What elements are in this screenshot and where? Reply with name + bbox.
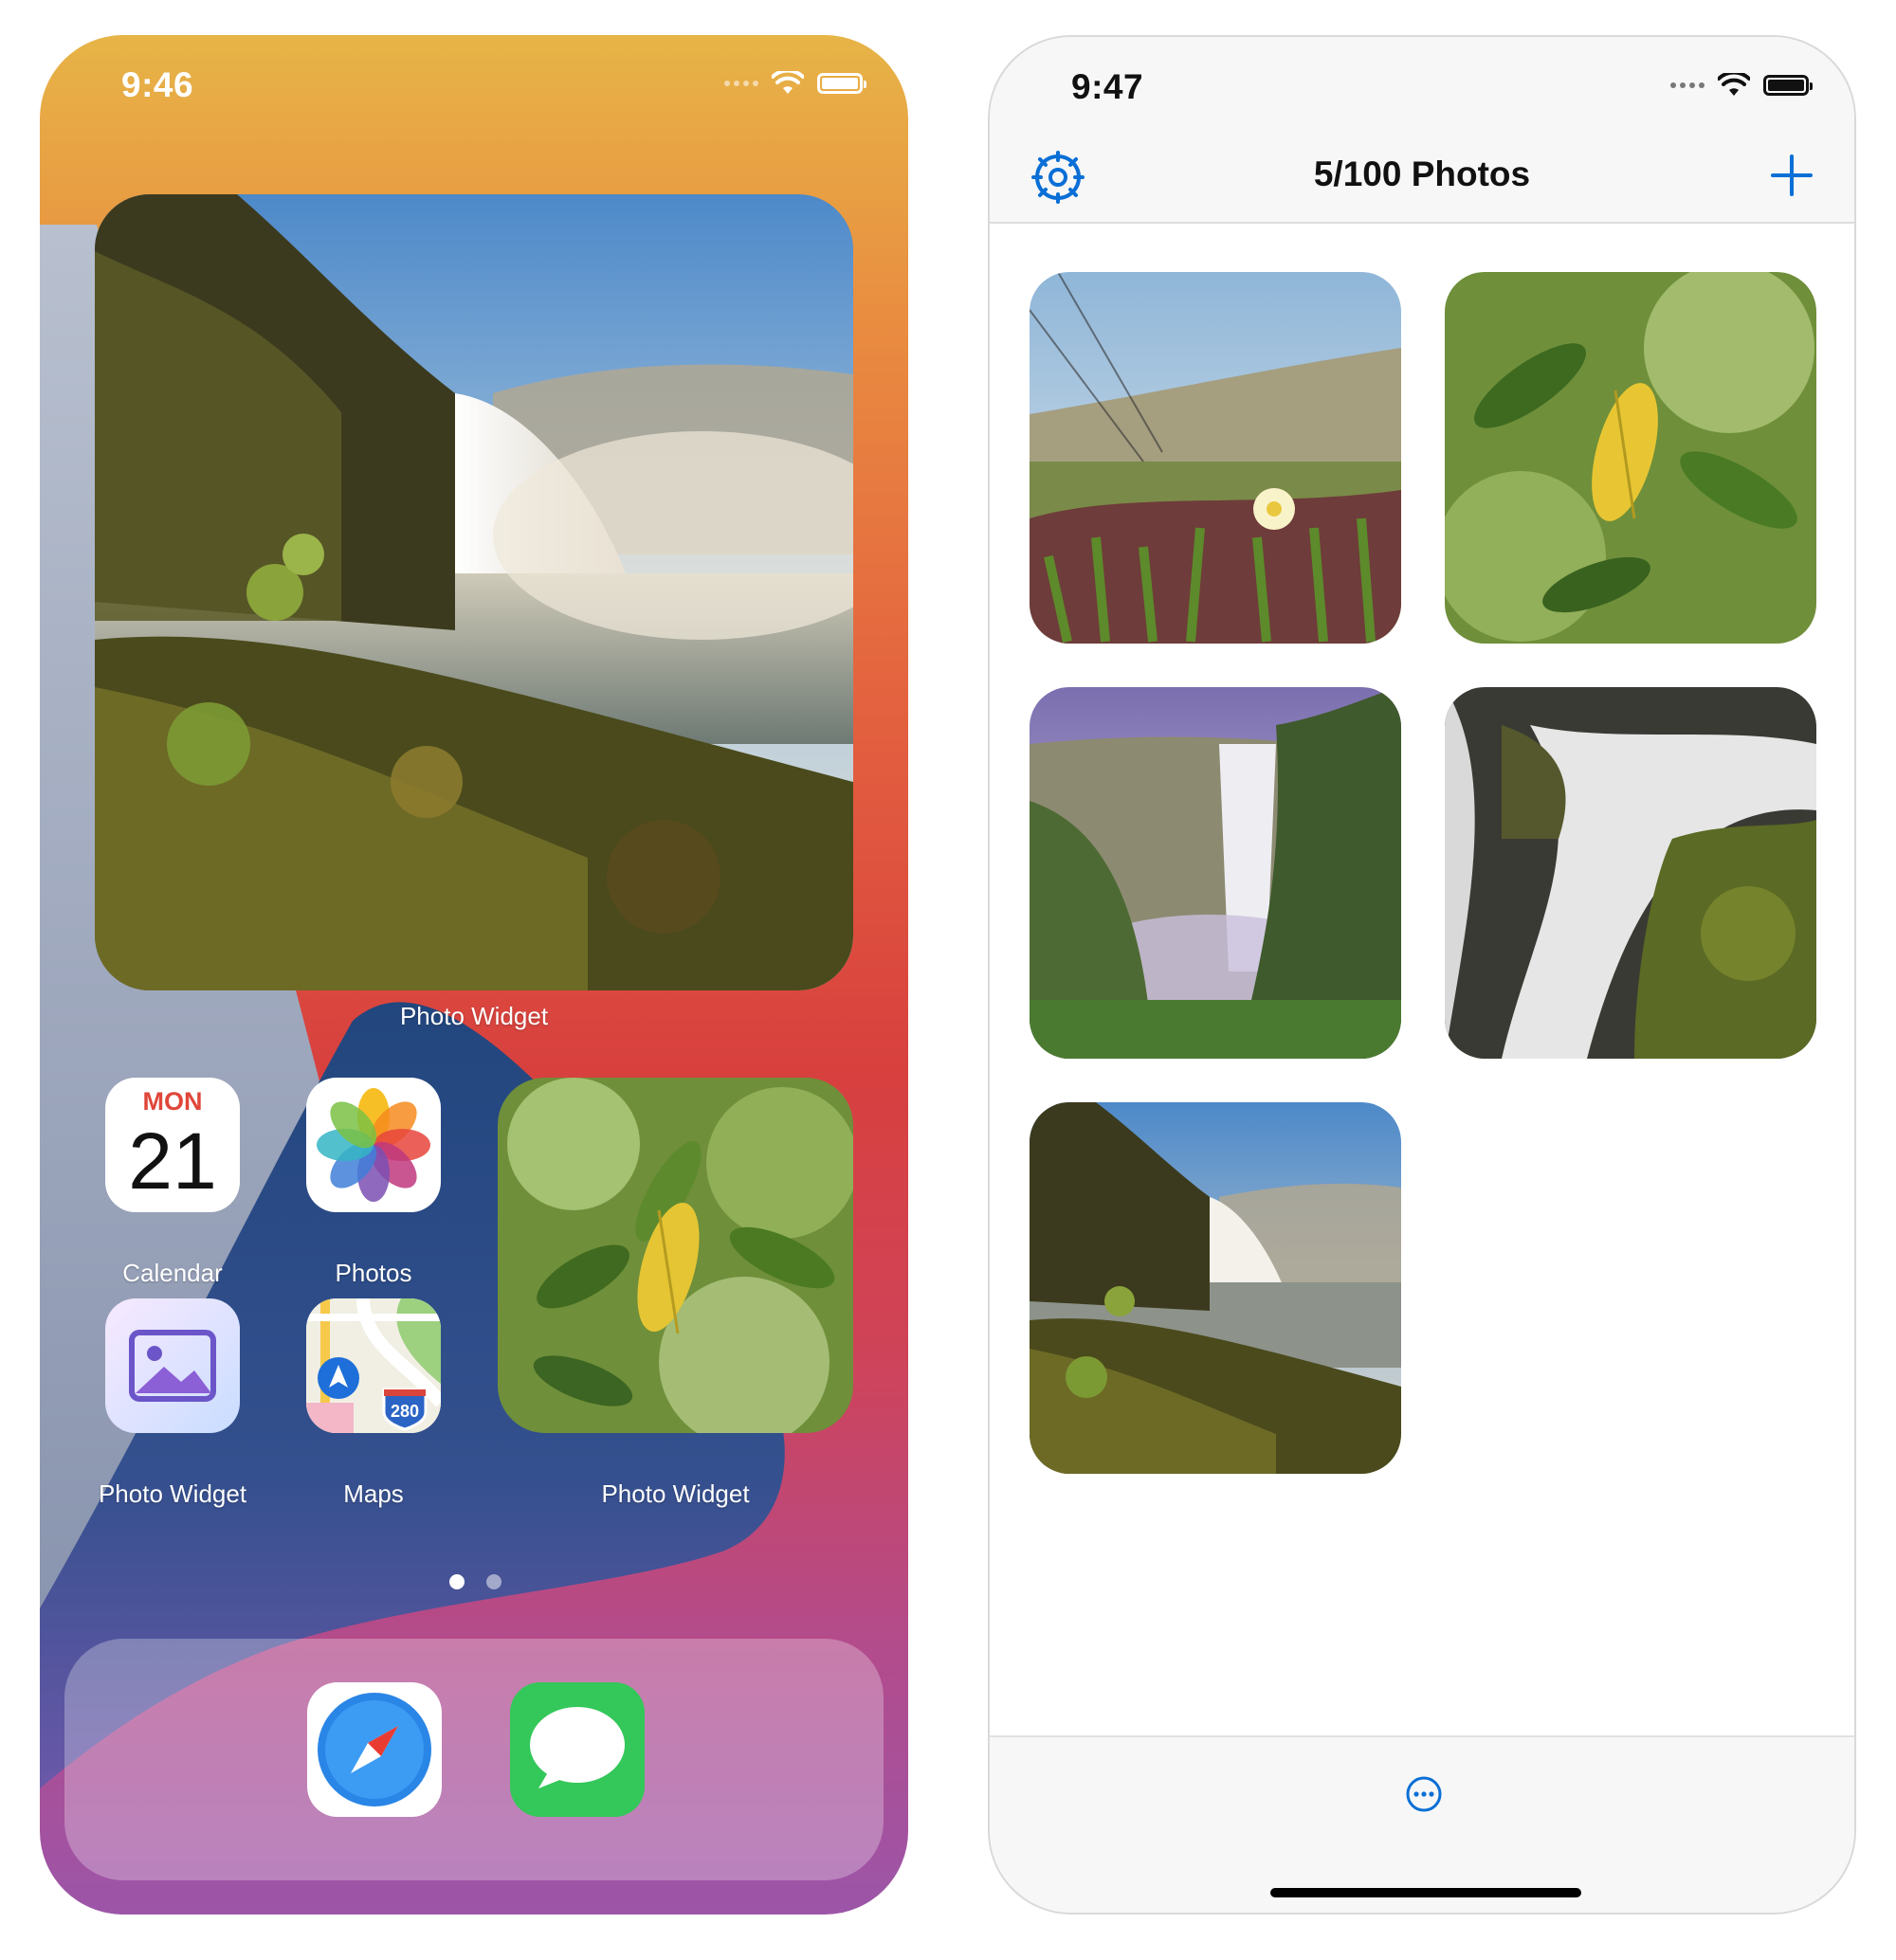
green-leaves-photo [1445, 272, 1816, 644]
grid-photo-flower[interactable] [1030, 272, 1401, 644]
maps-app-icon[interactable]: 280 [306, 1298, 441, 1433]
large-photo-widget[interactable] [95, 194, 853, 990]
app-screen: 9:47 5/100 Photos [988, 35, 1856, 1915]
calendar-label: Calendar [122, 1259, 223, 1287]
calendar-day: MON [142, 1087, 203, 1116]
compass-icon [318, 1693, 431, 1806]
maps-label: Maps [343, 1479, 404, 1508]
signal-icon [1670, 82, 1705, 88]
ellipsis-circle-icon [1406, 1776, 1442, 1812]
add-photo-button[interactable] [1769, 153, 1814, 198]
calendar-app-icon[interactable]: MON 21 [105, 1078, 240, 1212]
home-screen: 9:46 Photo Widget MON 21 Calendar Photos… [40, 35, 908, 1915]
signal-icon [724, 81, 758, 86]
status-icons [724, 71, 866, 96]
small-widget-label: Photo Widget [601, 1479, 750, 1508]
home-indicator[interactable] [1270, 1888, 1581, 1897]
status-time: 9:46 [121, 65, 194, 104]
grid-photo-leaves[interactable] [1445, 272, 1816, 644]
bottom-toolbar [990, 1735, 1854, 1913]
photo-widget-app-icon[interactable] [105, 1298, 240, 1433]
wifi-icon [1718, 73, 1750, 96]
wifi-icon [772, 71, 804, 94]
plus-icon [1771, 154, 1813, 196]
chat-bubble-icon [530, 1707, 625, 1788]
grid-photo-waterfall[interactable] [1030, 1102, 1401, 1474]
photos-label: Photos [335, 1259, 412, 1287]
flower-meadow-photo [1030, 272, 1401, 644]
photos-flower-icon [317, 1088, 430, 1202]
small-photo-widget[interactable] [498, 1078, 853, 1433]
navigation-bar: 9:47 5/100 Photos [990, 37, 1854, 224]
maps-shield-text: 280 [391, 1402, 419, 1421]
grid-photo-canyon[interactable] [1030, 687, 1401, 1059]
page-title: 5/100 Photos [1313, 154, 1531, 193]
dock [64, 1639, 884, 1880]
page-dot-inactive[interactable] [486, 1574, 501, 1589]
picture-icon [129, 1330, 216, 1402]
safari-icon[interactable] [307, 1682, 442, 1817]
rapids-moss-photo [1445, 687, 1816, 1059]
status-icons [1670, 73, 1813, 98]
large-widget-label: Photo Widget [399, 1002, 549, 1030]
battery-icon [1763, 75, 1813, 96]
waterfall-cliff-photo [1030, 1102, 1401, 1474]
waterfall-photo [95, 194, 853, 990]
status-time: 9:47 [1071, 67, 1144, 106]
photo-widget-app-label: Photo Widget [98, 1479, 247, 1508]
photos-app-icon[interactable] [306, 1078, 441, 1212]
page-dot-active[interactable] [449, 1574, 465, 1589]
map-icon: 280 [306, 1298, 441, 1433]
leaves-photo [498, 1078, 853, 1433]
more-button[interactable] [1405, 1775, 1443, 1813]
messages-icon[interactable] [510, 1682, 645, 1817]
battery-icon [817, 73, 866, 94]
waterfall-canyon-photo [1030, 687, 1401, 1059]
grid-photo-rapids[interactable] [1445, 687, 1816, 1059]
calendar-date: 21 [128, 1116, 217, 1206]
